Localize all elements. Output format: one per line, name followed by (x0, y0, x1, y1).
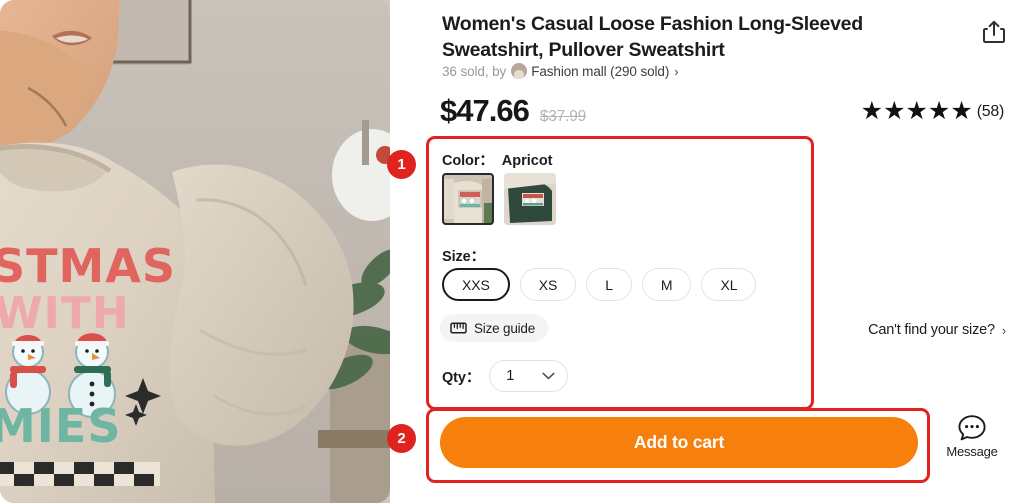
quantity-row: Qty： 1 (442, 360, 568, 392)
review-count: (58) (977, 103, 1004, 121)
message-button[interactable]: Message (938, 413, 1006, 459)
color-swatch-list (442, 173, 556, 225)
add-to-cart-button[interactable]: Add to cart (440, 417, 918, 468)
sold-count-label: 36 sold, by (442, 64, 506, 79)
color-label: Color： (442, 149, 494, 170)
original-price: $37.99 (540, 108, 586, 126)
current-price: $47.66 (440, 93, 529, 129)
price-row: $47.66 $37.99 (440, 93, 586, 129)
size-option-l[interactable]: L (586, 268, 632, 301)
size-label: Size： (442, 249, 485, 265)
qty-value: 1 (506, 368, 514, 384)
svg-text:MIES: MIES (0, 399, 121, 453)
size-option-xl[interactable]: XL (701, 268, 756, 301)
color-swatch-apricot[interactable] (442, 173, 494, 225)
cant-find-size-label: Can't find your size? (868, 322, 995, 338)
chevron-right-icon: › (1002, 323, 1006, 338)
qty-label: Qty： (442, 366, 480, 387)
size-label-row: Size： (442, 245, 485, 266)
quantity-stepper[interactable]: 1 (489, 360, 568, 392)
size-option-xxs[interactable]: XXS (442, 268, 510, 301)
size-guide-label: Size guide (474, 321, 535, 336)
page-title: Women's Casual Loose Fashion Long-Sleeve… (442, 11, 962, 63)
product-title-row: Women's Casual Loose Fashion Long-Sleeve… (442, 11, 962, 63)
variant-selection-block: Color： Apricot (428, 139, 810, 405)
ruler-icon (450, 321, 467, 335)
cant-find-size-link[interactable]: Can't find your size? › (868, 322, 1006, 338)
message-icon (957, 413, 987, 443)
share-icon (983, 20, 1005, 44)
color-value: Apricot (502, 153, 553, 169)
share-button[interactable] (976, 14, 1012, 50)
color-label-row: Color： Apricot (442, 149, 553, 170)
product-detail-screen: STMAS WITH (0, 0, 1024, 503)
chevron-down-icon (542, 372, 555, 380)
chevron-right-icon: › (674, 64, 678, 79)
size-option-xs[interactable]: XS (520, 268, 576, 301)
size-guide-button[interactable]: Size guide (440, 314, 548, 342)
seller-row[interactable]: 36 sold, by Fashion mall (290 sold) › (442, 63, 678, 79)
size-option-list: XXS XS L M XL (442, 268, 756, 301)
color-swatch-green[interactable] (504, 173, 556, 225)
product-image[interactable]: STMAS WITH (0, 0, 390, 503)
svg-text:WITH: WITH (0, 288, 130, 339)
seller-avatar (511, 63, 527, 79)
seller-name: Fashion mall (290 sold) (531, 64, 669, 79)
size-option-m[interactable]: M (642, 268, 692, 301)
rating-row[interactable]: ★★★★★ (58) (861, 99, 1004, 124)
svg-text:STMAS: STMAS (0, 239, 176, 293)
star-rating-icon: ★★★★★ (861, 99, 973, 124)
message-label: Message (946, 444, 997, 459)
